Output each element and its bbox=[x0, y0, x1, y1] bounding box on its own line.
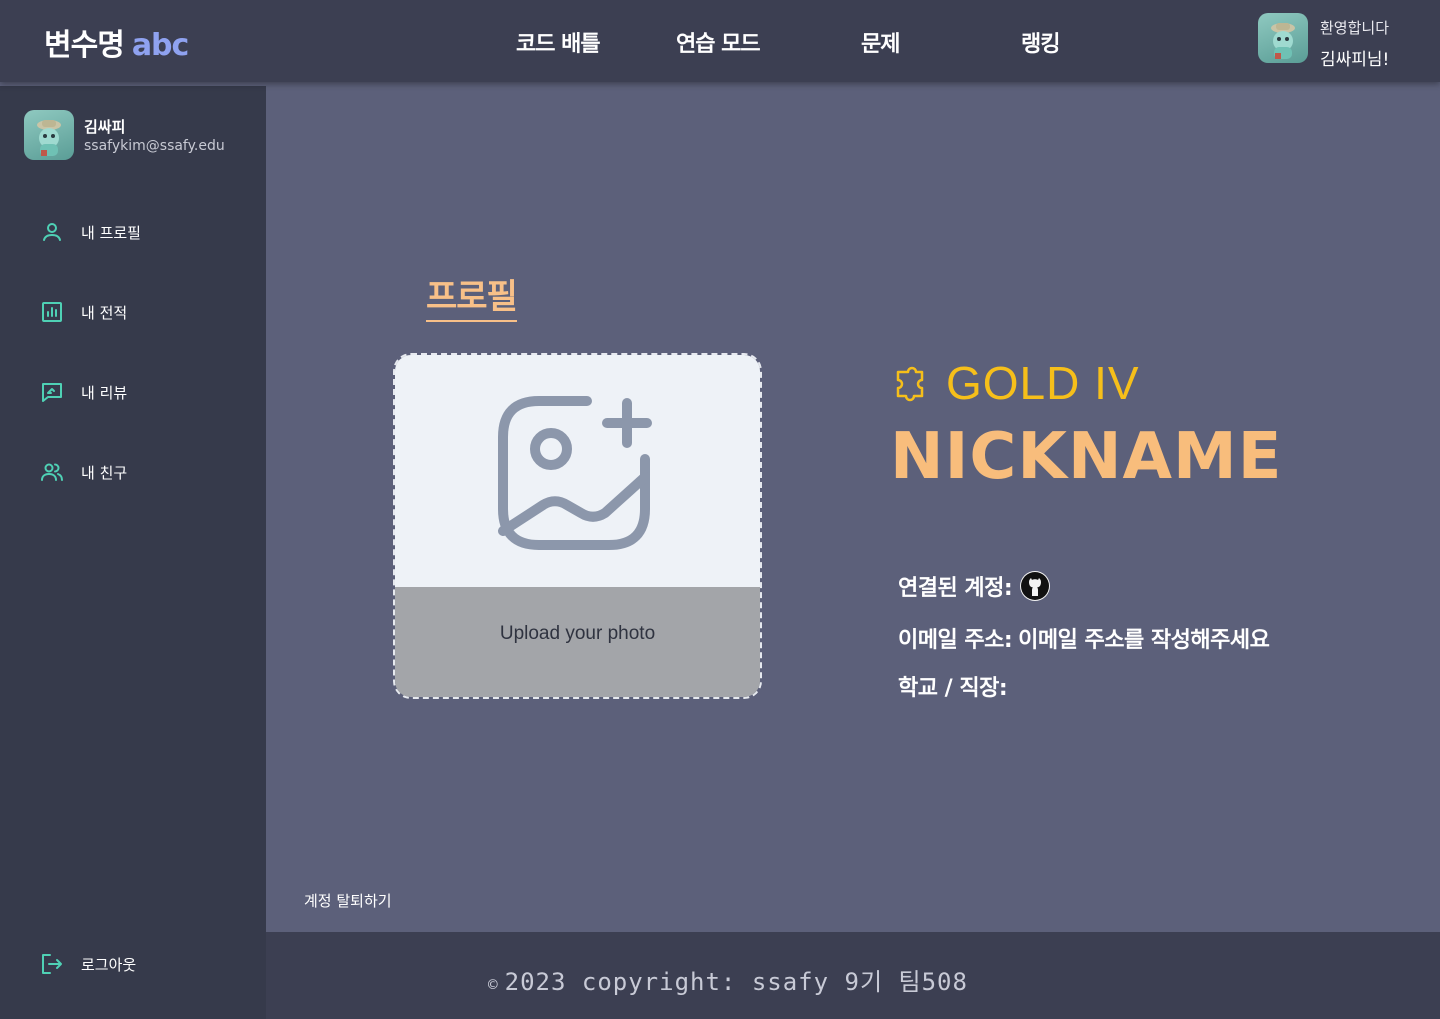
sidebar-user-name: 김싸피 bbox=[84, 118, 126, 136]
logout-label: 로그아웃 bbox=[81, 955, 137, 974]
withdraw-account-link[interactable]: 계정 탈퇴하기 bbox=[304, 890, 392, 911]
top-navbar: 변수명 abc 코드 배틀 연습 모드 문제 랭킹 환영합니다 김싸피님! bbox=[0, 0, 1440, 82]
tier-badge: GOLD IV bbox=[890, 356, 1140, 410]
upload-photo-label: Upload your photo bbox=[499, 623, 656, 644]
sidebar-item-friends[interactable]: 내 친구 bbox=[40, 460, 127, 484]
github-icon[interactable] bbox=[1020, 571, 1051, 601]
greeting-text: 김싸피님! bbox=[1320, 50, 1390, 70]
logo-main: 변수명 bbox=[44, 28, 125, 63]
copyright-body: 2023 copyright: ssafy 9기 팀508 bbox=[504, 968, 968, 996]
app-logo[interactable]: 변수명 abc bbox=[44, 20, 190, 64]
logout-icon bbox=[40, 952, 64, 976]
image-add-icon bbox=[498, 396, 652, 550]
sidebar-item-label: 내 프로필 bbox=[81, 223, 141, 242]
upload-preview-area bbox=[395, 355, 760, 587]
nav-code-battle[interactable]: 코드 배틀 bbox=[516, 26, 601, 58]
puzzle-icon bbox=[896, 366, 924, 402]
review-icon bbox=[40, 380, 64, 404]
nav-ranking[interactable]: 랭킹 bbox=[1021, 26, 1060, 58]
sidebar-item-label: 내 전적 bbox=[81, 303, 128, 322]
photo-upload-dropzone[interactable]: Upload your photo bbox=[393, 353, 762, 699]
header-avatar[interactable] bbox=[1258, 13, 1308, 63]
user-icon bbox=[40, 220, 64, 244]
nav-problems[interactable]: 문제 bbox=[861, 26, 900, 58]
logout-button[interactable]: 로그아웃 bbox=[40, 952, 136, 976]
logo-accent: abc bbox=[131, 28, 190, 63]
email-value[interactable]: 이메일 주소를 작성해주세요 bbox=[1018, 622, 1270, 654]
sidebar-avatar bbox=[24, 110, 74, 160]
sidebar-user-email: ssafykim@ssafy.edu bbox=[84, 138, 225, 154]
footer: © 2023 copyright: ssafy 9기 팀508 bbox=[266, 932, 1440, 1019]
sidebar-item-review[interactable]: 내 리뷰 bbox=[40, 380, 127, 404]
nav-practice-mode[interactable]: 연습 모드 bbox=[676, 26, 761, 58]
email-label: 이메일 주소: bbox=[898, 628, 1013, 653]
copyright-symbol: © bbox=[488, 975, 499, 994]
chart-icon bbox=[40, 300, 64, 324]
sidebar-item-label: 내 리뷰 bbox=[81, 383, 128, 402]
school-row: 학교 / 직장: bbox=[898, 670, 1013, 702]
copyright-text: © 2023 copyright: ssafy 9기 팀508 bbox=[488, 962, 968, 997]
page-title: 프로필 bbox=[426, 276, 518, 322]
friends-icon bbox=[40, 460, 64, 484]
linked-account-label: 연결된 계정: bbox=[898, 576, 1013, 601]
school-label: 학교 / 직장: bbox=[898, 676, 1008, 701]
welcome-text: 환영합니다 bbox=[1320, 19, 1390, 37]
sidebar-item-profile[interactable]: 내 프로필 bbox=[40, 220, 141, 244]
sidebar-item-label: 내 친구 bbox=[81, 463, 128, 482]
linked-account-row: 연결된 계정: bbox=[898, 570, 1051, 602]
email-row: 이메일 주소: 이메일 주소를 작성해주세요 bbox=[898, 622, 1270, 654]
sidebar: 김싸피 ssafykim@ssafy.edu 내 프로필 내 전적 내 리뷰 내… bbox=[0, 86, 266, 1019]
sidebar-item-record[interactable]: 내 전적 bbox=[40, 300, 127, 324]
nickname: NICKNAME bbox=[890, 420, 1283, 494]
tier-label: GOLD IV bbox=[946, 357, 1140, 409]
